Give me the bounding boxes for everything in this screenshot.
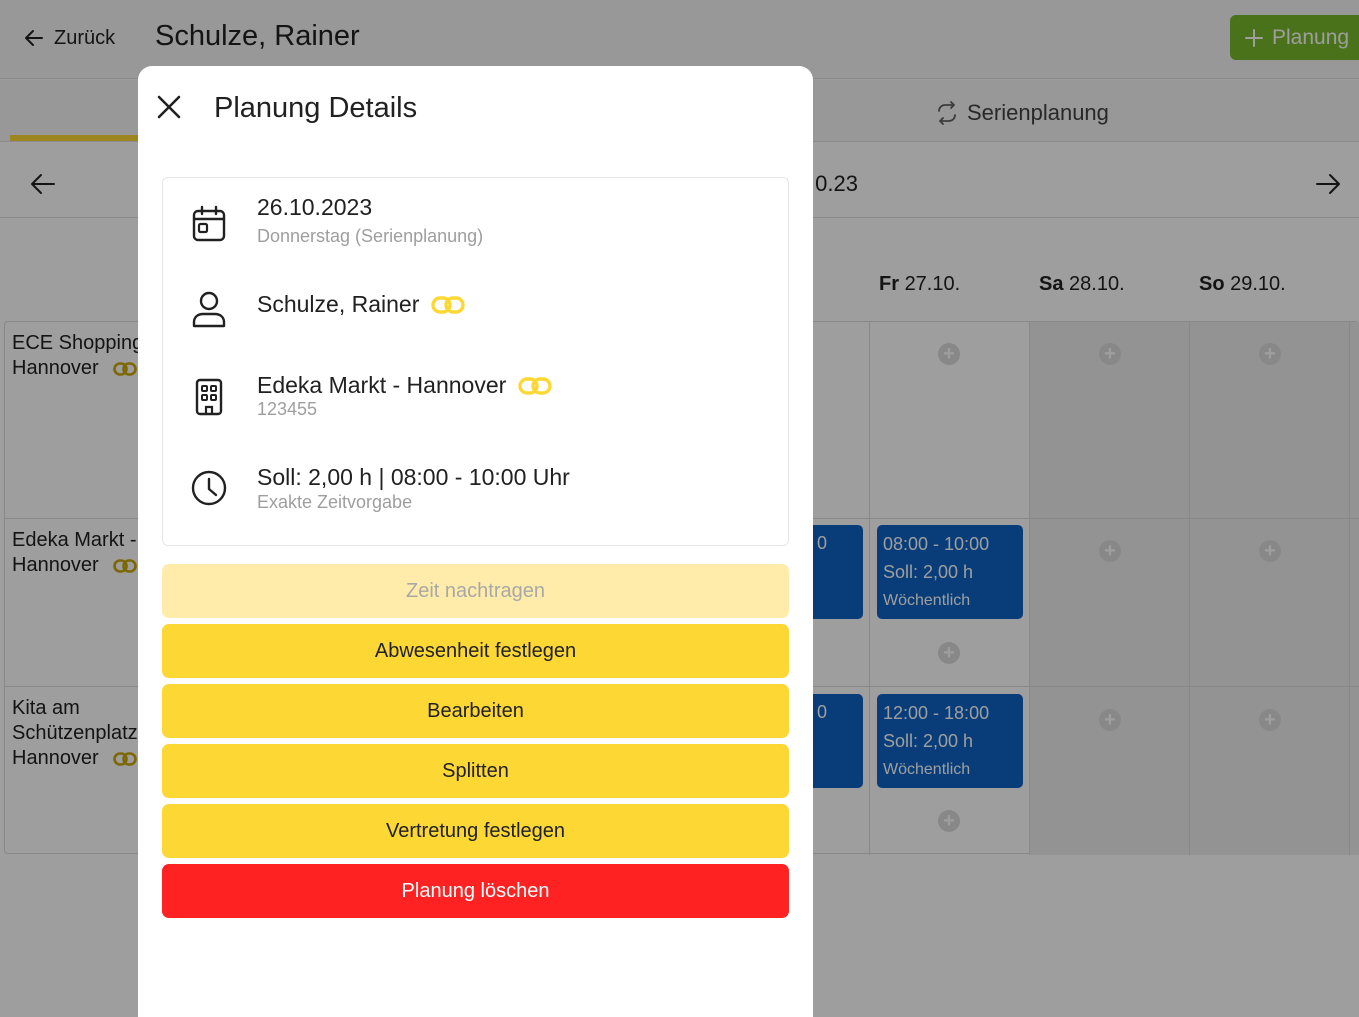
location-value[interactable]: Edeka Markt - Hannover xyxy=(257,372,552,399)
location-name: Edeka Markt - Hannover xyxy=(257,372,507,398)
link-icon[interactable] xyxy=(431,295,466,315)
date-sub: Donnerstag (Serienplanung) xyxy=(257,226,484,246)
details-card: 26.10.2023 Donnerstag (Serienplanung) Sc… xyxy=(162,177,789,546)
person-name: Schulze, Rainer xyxy=(257,291,420,317)
calendar-icon xyxy=(192,205,226,242)
link-icon[interactable] xyxy=(518,376,552,396)
person-icon xyxy=(192,291,226,328)
planung-details-dialog: Planung Details 26.10.2023 Donnerstag (S… xyxy=(138,66,813,1017)
planung-loeschen-button[interactable]: Planung löschen xyxy=(162,864,789,918)
date-value: 26.10.2023 xyxy=(257,194,373,220)
person-value[interactable]: Schulze, Rainer xyxy=(257,291,466,318)
zeit-nachtragen-button[interactable]: Zeit nachtragen xyxy=(162,564,789,618)
time-sub: Exakte Zeitvorgabe xyxy=(257,492,413,512)
building-icon xyxy=(195,378,223,416)
location-sub: 123455 xyxy=(257,399,318,419)
time-value: Soll: 2,00 h | 08:00 - 10:00 Uhr xyxy=(257,464,570,490)
dialog-title: Planung Details xyxy=(214,92,418,124)
bearbeiten-button[interactable]: Bearbeiten xyxy=(162,684,789,738)
abwesenheit-button[interactable]: Abwesenheit festlegen xyxy=(162,624,789,678)
clock-icon xyxy=(191,470,227,506)
splitten-button[interactable]: Splitten xyxy=(162,744,789,798)
close-icon[interactable] xyxy=(156,94,182,120)
vertretung-button[interactable]: Vertretung festlegen xyxy=(162,804,789,858)
